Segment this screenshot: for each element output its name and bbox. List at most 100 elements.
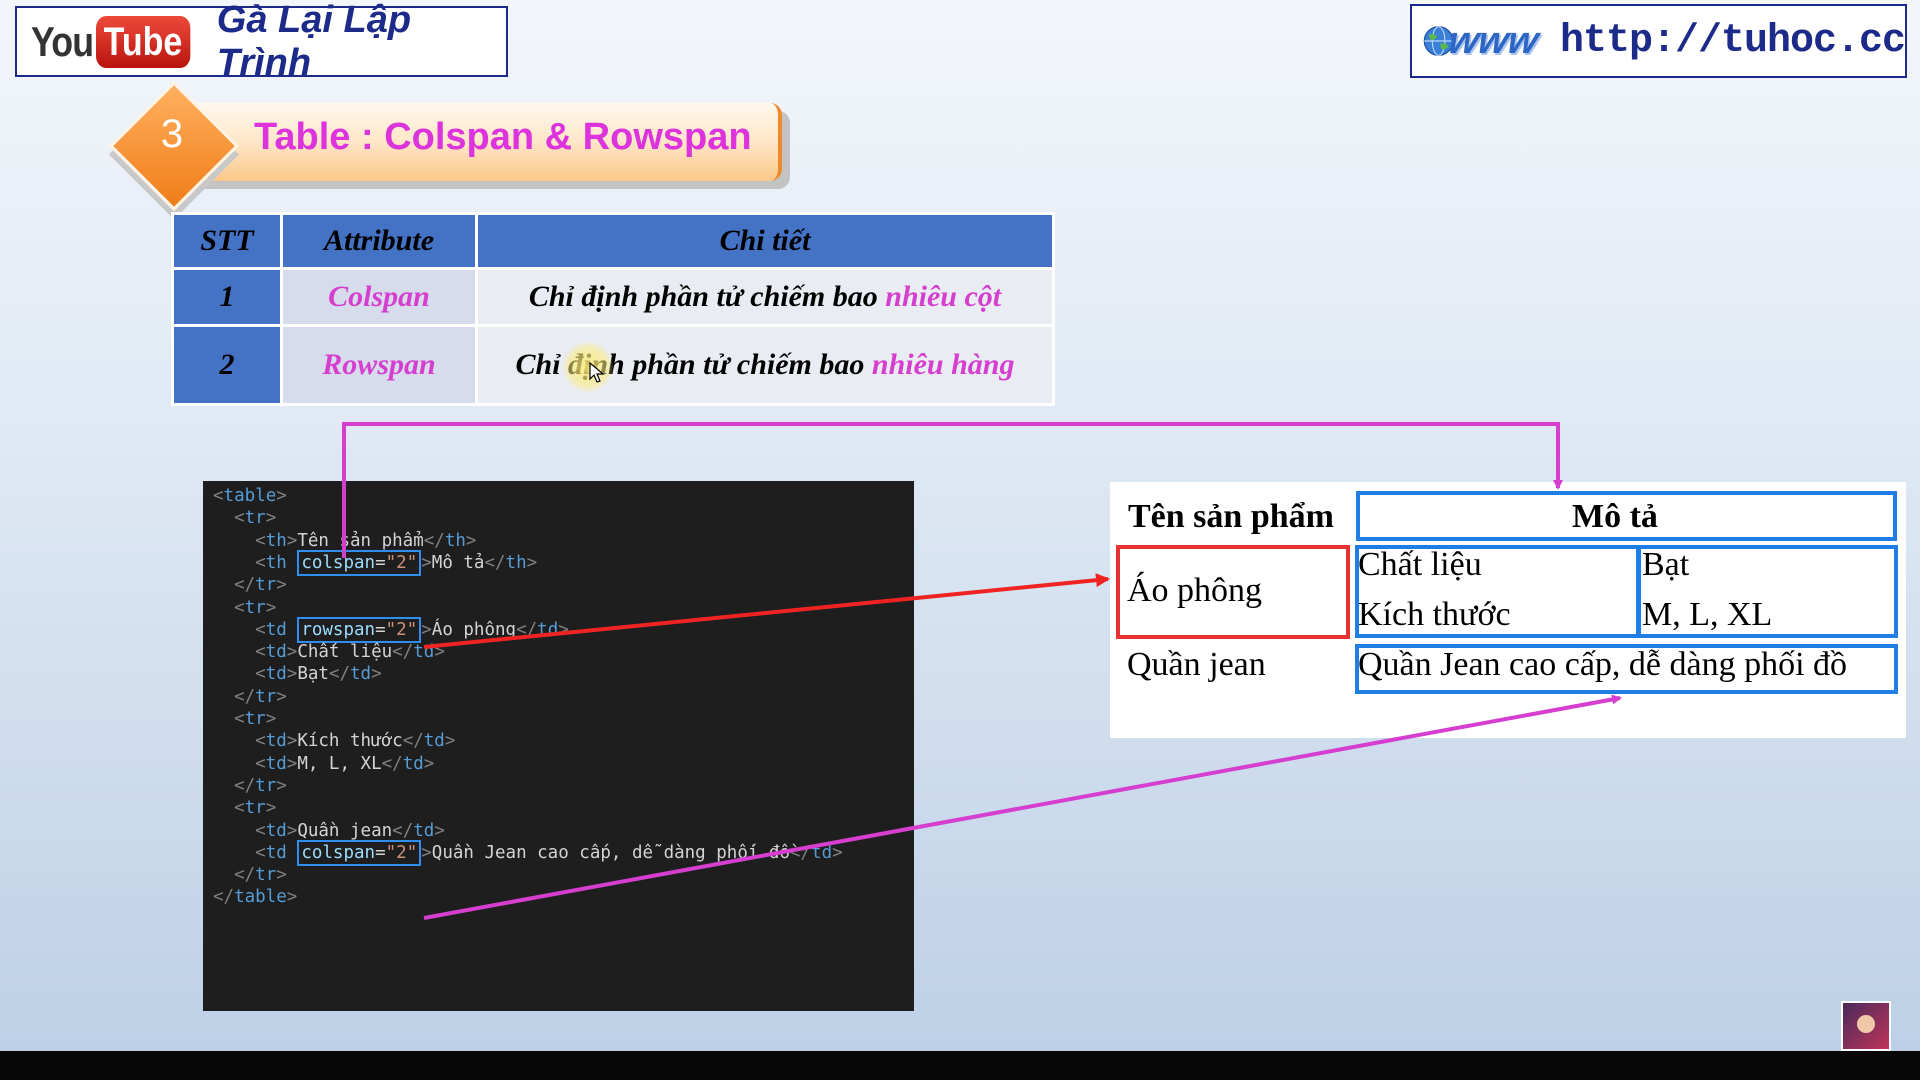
row-attribute: Rowspan [280, 324, 478, 406]
website-badge: www http://tuhoc.cc [1410, 4, 1907, 78]
code-bracket: > [444, 731, 456, 752]
rendered-header-product: Tên sản phẩm [1128, 498, 1334, 535]
code-tag: tr [255, 575, 277, 596]
code-bracket: < [255, 731, 266, 752]
code-bracket: < [234, 709, 245, 729]
code-line: <td colspan="2" >Quần Jean cao cấp, dễ dà… [213, 839, 843, 867]
code-bracket: > [265, 508, 277, 529]
header-attribute: Attribute [280, 212, 478, 270]
row-attribute: Colspan [280, 267, 478, 327]
code-bracket: < [255, 820, 266, 841]
rendered-header-desc: Mô tả [1572, 498, 1658, 535]
code-text: Kích thước [297, 731, 403, 752]
code-bracket: > [276, 486, 287, 506]
code-bracket: > [421, 619, 432, 640]
code-bracket: > [421, 552, 432, 573]
code-bracket: </ [328, 664, 351, 685]
attribute-highlight-box: colspan="2" [297, 549, 422, 576]
code-tag: tr [255, 865, 277, 886]
code-bracket: < [255, 642, 266, 663]
code-text: Áo phông [431, 619, 517, 640]
rendered-table-preview: Tên sản phẩm Mô tả Áo phông Chất liệu Kí… [1110, 482, 1906, 738]
code-tag: th [444, 530, 466, 551]
code-line: </table> [213, 884, 297, 911]
code-bracket: </ [213, 887, 235, 908]
code-tag: tr [255, 775, 277, 796]
code-bracket: </ [392, 642, 414, 663]
code-attribute: rowspan [301, 619, 376, 640]
code-bracket: > [286, 530, 298, 551]
code-tag: table [234, 887, 287, 908]
code-tag: th [505, 552, 527, 573]
code-bracket: < [255, 552, 266, 573]
code-tag: td [265, 664, 287, 685]
code-tag: th [265, 530, 287, 551]
code-bracket: > [276, 865, 287, 886]
code-bracket: > [286, 664, 298, 685]
code-bracket: </ [484, 552, 506, 573]
code-bracket: > [276, 686, 287, 707]
section-number: 3 [160, 112, 184, 156]
code-attribute: colspan [301, 842, 376, 863]
code-bracket: > [286, 820, 298, 841]
website-url[interactable]: http://tuhoc.cc [1560, 19, 1906, 64]
code-tag: td [265, 842, 298, 863]
code-bracket: > [286, 753, 298, 774]
code-tag: td [265, 753, 287, 774]
youtube-logo-you: You [31, 17, 94, 65]
channel-name: Gà Lại Lập Trình [216, 0, 412, 84]
detail-text: Chỉ định phần tử chiếm bao [528, 280, 886, 313]
code-bracket: </ [402, 731, 424, 752]
code-text: = [375, 619, 386, 640]
code-tag: td [413, 820, 435, 841]
code-tag: td [350, 664, 372, 685]
attribute-highlight-box: colspan="2" [297, 839, 422, 866]
rendered-bat: Bạt [1642, 546, 1690, 583]
channel-avatar[interactable] [1841, 1001, 1891, 1051]
code-bracket: > [265, 798, 277, 819]
code-bracket: < [255, 530, 266, 551]
video-bottom-bar [0, 1051, 1920, 1080]
header-stt: STT [171, 212, 283, 270]
code-bracket: > [832, 842, 843, 863]
code-tag: td [537, 619, 559, 640]
detail-highlight: nhiêu hàng [871, 348, 1015, 381]
code-bracket: > [465, 530, 477, 551]
table-row: 2 Rowspan Chỉ định phần tử chiếm bao nhi… [171, 324, 1055, 406]
code-tag: td [402, 753, 424, 774]
code-bracket: < [255, 664, 266, 685]
code-bracket: < [234, 508, 245, 529]
code-text: M, L, XL [297, 753, 382, 774]
code-bracket: > [423, 753, 435, 774]
rendered-ao-phong: Áo phông [1127, 572, 1263, 609]
code-bracket: > [286, 642, 298, 663]
table-row: 1 Colspan Chỉ định phần tử chiếm bao nhi… [171, 267, 1055, 327]
code-bracket: < [255, 753, 266, 774]
www-logo: www [1445, 19, 1542, 62]
code-bracket: </ [423, 530, 445, 551]
rendered-quan-jean-desc: Quần Jean cao cấp, dễ dàng phối đồ [1358, 646, 1848, 683]
code-bracket: </ [392, 820, 414, 841]
mouse-cursor-icon [589, 362, 605, 383]
code-value: "2" [385, 842, 418, 863]
code-tag: td [413, 642, 435, 663]
code-text: Chất liệu [297, 642, 393, 663]
code-value: "2" [385, 552, 418, 573]
code-text: = [375, 552, 386, 573]
detail-highlight: nhiêu cột [885, 280, 1002, 313]
code-tag: td [265, 731, 287, 752]
code-bracket: > [265, 709, 277, 729]
code-bracket: </ [381, 753, 403, 774]
row-detail: Chỉ định phần tử chiếm bao nhiêu cột [475, 267, 1055, 327]
code-bracket: </ [234, 775, 256, 796]
code-bracket: </ [790, 842, 812, 863]
code-bracket: < [234, 597, 245, 618]
